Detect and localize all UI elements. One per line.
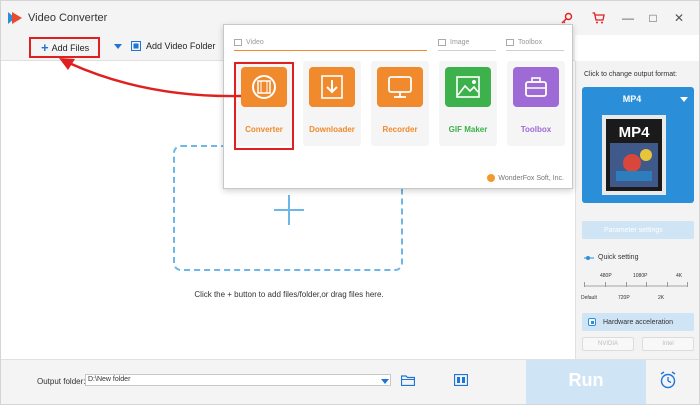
converter-highlight xyxy=(234,62,294,150)
output-panel: Click to change output format: MP4 MP4 P… xyxy=(575,61,699,359)
slider-label-2k: 2K xyxy=(658,295,665,301)
toolbox-section-icon xyxy=(506,38,514,46)
run-button[interactable]: Run xyxy=(526,360,646,404)
hardware-acceleration-toggle[interactable]: Hardware acceleration xyxy=(582,313,694,331)
parameter-settings-label: Parameter settings xyxy=(604,226,663,234)
image-section-divider xyxy=(438,50,496,51)
slider-label-480p: 480P xyxy=(600,273,612,279)
video-section-title: Video xyxy=(234,35,264,49)
parameter-settings-button[interactable]: Parameter settings xyxy=(582,221,694,239)
slider-label-default: Default xyxy=(581,295,597,301)
bottom-bar: Output folder: D:\New folder Run xyxy=(1,359,699,404)
toolbox-tile[interactable]: Toolbox xyxy=(507,61,565,146)
toolbox-icon xyxy=(513,67,559,107)
gif-maker-label: GIF Maker xyxy=(448,125,488,134)
recorder-label: Recorder xyxy=(382,125,418,134)
toolbox-section-title: Toolbox xyxy=(506,35,542,49)
intel-button[interactable]: Intel xyxy=(642,337,694,351)
video-section-icon xyxy=(234,38,242,46)
alarm-icon[interactable] xyxy=(659,371,677,389)
quick-setting-label: Quick setting xyxy=(598,254,639,261)
slider-label-720p: 720P xyxy=(618,295,630,301)
wonderfox-logo-icon xyxy=(487,174,496,182)
toolbox-section-label: Toolbox xyxy=(518,38,543,46)
quick-setting: Quick setting xyxy=(584,254,638,261)
plus-icon: + xyxy=(41,39,49,55)
nvidia-label: NVIDIA xyxy=(597,341,618,347)
quality-slider[interactable] xyxy=(584,285,688,287)
slider-tick xyxy=(646,282,647,287)
format-chevron-down-icon xyxy=(680,97,688,102)
add-video-folder-button[interactable]: Add Video Folder xyxy=(131,41,215,51)
maximize-icon[interactable]: □ xyxy=(643,9,663,27)
slider-tick xyxy=(584,282,585,287)
popup-brand: WonderFox Soft, Inc. xyxy=(487,174,564,182)
recorder-tile[interactable]: Recorder xyxy=(371,61,429,146)
add-dropdown-chevron-icon[interactable] xyxy=(114,44,122,49)
minimize-icon[interactable]: — xyxy=(618,9,638,27)
add-files-label: Add Files xyxy=(51,42,90,53)
popup-brand-label: WonderFox Soft, Inc. xyxy=(498,174,564,182)
output-format-label: Click to change output format: xyxy=(584,71,677,78)
mp4-art-text: MP4 xyxy=(619,124,651,141)
toolbox-section-divider xyxy=(506,50,564,51)
image-section-title: Image xyxy=(438,35,469,49)
video-section-divider xyxy=(234,50,427,51)
nvidia-button[interactable]: NVIDIA xyxy=(582,337,634,351)
output-format-selector[interactable]: MP4 MP4 xyxy=(582,87,694,203)
intel-label: Intel xyxy=(662,341,674,347)
hardware-acceleration-checkbox[interactable] xyxy=(588,318,596,326)
hardware-acceleration-label: Hardware acceleration xyxy=(603,318,674,326)
tools-popup: Video Image Toolbox Converter Downloader xyxy=(223,24,573,189)
drop-hint-text: Click the + button to add files/folder,o… xyxy=(194,290,384,299)
app-window: Video Converter — □ ✕ + Add Files Add Vi… xyxy=(0,0,700,405)
output-folder-label: Output folder: xyxy=(37,377,86,386)
gif-maker-tile[interactable]: GIF Maker xyxy=(439,61,497,146)
slider-icon xyxy=(584,255,594,260)
slider-tick xyxy=(687,282,688,287)
monitor-icon xyxy=(377,67,423,107)
cart-icon[interactable] xyxy=(589,9,607,27)
open-folder-icon[interactable] xyxy=(401,374,415,386)
folder-icon xyxy=(131,41,141,51)
app-title: Video Converter xyxy=(28,12,108,24)
output-format-name: MP4 xyxy=(622,94,642,104)
image-section-label: Image xyxy=(450,38,470,46)
app-logo-icon xyxy=(8,12,22,24)
downloader-tile[interactable]: Downloader xyxy=(303,61,361,146)
add-files-button[interactable]: + Add Files xyxy=(29,37,100,58)
add-plus-icon[interactable] xyxy=(274,195,304,225)
slider-label-4k: 4K xyxy=(676,273,683,279)
output-folder-input[interactable]: D:\New folder xyxy=(85,374,391,386)
slider-tick xyxy=(605,282,606,287)
close-icon[interactable]: ✕ xyxy=(669,9,689,27)
clip-icon[interactable] xyxy=(454,374,468,386)
image-icon xyxy=(445,67,491,107)
slider-label-1080p: 1080P xyxy=(633,273,648,279)
downloader-label: Downloader xyxy=(309,125,355,134)
mp4-format-icon: MP4 xyxy=(602,115,666,195)
add-video-folder-label: Add Video Folder xyxy=(146,41,216,51)
download-icon xyxy=(309,67,355,107)
toolbox-label: Toolbox xyxy=(520,125,552,134)
slider-tick xyxy=(667,282,668,287)
slider-tick xyxy=(626,282,627,287)
image-section-icon xyxy=(438,38,446,46)
output-folder-chevron-down-icon[interactable] xyxy=(381,379,389,384)
video-section-label: Video xyxy=(246,38,264,46)
